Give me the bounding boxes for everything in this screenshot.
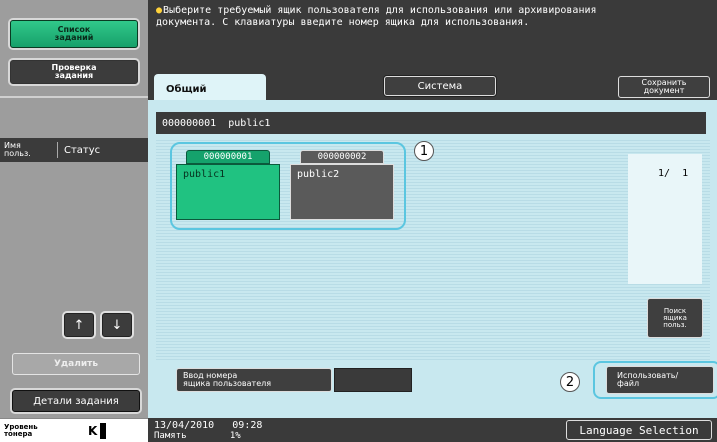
user-box-public1[interactable]: 000000001 public1: [176, 150, 280, 220]
toner-label: Уровень тонера: [4, 422, 38, 438]
message-area: ●Выберите требуемый ящик пользователя дл…: [148, 0, 717, 68]
status-memory: Память 1%: [154, 431, 241, 441]
job-details-button[interactable]: Детали задания: [12, 390, 140, 412]
enter-box-number-label: Ввод номера ящика пользователя: [183, 371, 272, 388]
box-name: public2: [290, 164, 394, 220]
use-file-button[interactable]: Использовать/ файл: [606, 366, 714, 394]
callout-1: 1: [414, 141, 434, 161]
save-document-label: Сохранить документ: [641, 78, 687, 95]
language-selection-button[interactable]: Language Selection: [566, 420, 712, 440]
toner-bar: [100, 422, 107, 439]
box-number-field[interactable]: [334, 368, 412, 392]
instruction-message: ●Выберите требуемый ящик пользователя дл…: [156, 5, 636, 29]
left-panel: Список заданий Проверка задания Имя поль…: [0, 0, 148, 442]
job-list-button[interactable]: Список заданий: [10, 20, 138, 48]
memory-label: Память: [154, 431, 187, 441]
status-bar: 13/04/2010 09:28 Память 1% Language Sele…: [148, 418, 717, 442]
left-divider: [0, 96, 148, 98]
callout-2: 2: [560, 372, 580, 392]
search-user-box-label: Поиск ящика польз.: [663, 306, 687, 329]
selected-box-display: 000000001 public1: [156, 112, 706, 134]
tab-common[interactable]: Общий: [154, 74, 266, 102]
arrow-down-icon: ↓: [111, 317, 123, 333]
scroll-up-button[interactable]: ↑: [64, 313, 94, 337]
box-number: 000000002: [300, 150, 384, 164]
job-list-header: Имя польз. Статус: [0, 138, 148, 162]
job-list-label: Список заданий: [54, 25, 94, 42]
bulb-icon: ●: [156, 5, 163, 16]
enter-box-number-button[interactable]: Ввод номера ящика пользователя: [176, 368, 332, 392]
toner-color-label: K: [88, 423, 98, 438]
use-file-label: Использовать/ файл: [617, 371, 679, 388]
col-user-name: Имя польз.: [0, 142, 58, 158]
memory-value: 1%: [229, 431, 241, 441]
page-indicator: 1/ 1: [658, 168, 689, 179]
instruction-text: Выберите требуемый ящик пользователя для…: [156, 5, 597, 28]
delete-button[interactable]: Удалить: [12, 353, 140, 375]
job-check-label: Проверка задания: [51, 63, 97, 80]
col-status: Статус: [64, 144, 101, 156]
arrow-up-icon: ↑: [73, 317, 85, 333]
status-datetime: 13/04/2010 09:28: [154, 420, 262, 431]
status-date: 13/04/2010: [154, 420, 215, 431]
scroll-down-button[interactable]: ↓: [102, 313, 132, 337]
job-check-button[interactable]: Проверка задания: [10, 60, 138, 84]
user-box-public2[interactable]: 000000002 public2: [290, 150, 394, 220]
tab-row: Общий Система Сохранить документ: [148, 68, 717, 102]
tab-system[interactable]: Система: [384, 76, 496, 96]
search-user-box-button[interactable]: Поиск ящика польз.: [647, 298, 703, 338]
status-time: 09:28: [232, 420, 263, 431]
toner-level: Уровень тонера K: [0, 418, 148, 442]
user-box-list: 000000001 public1 000000002 public2: [156, 140, 710, 360]
save-document-button[interactable]: Сохранить документ: [618, 76, 710, 98]
box-number: 000000001: [186, 150, 270, 164]
box-name: public1: [176, 164, 280, 220]
